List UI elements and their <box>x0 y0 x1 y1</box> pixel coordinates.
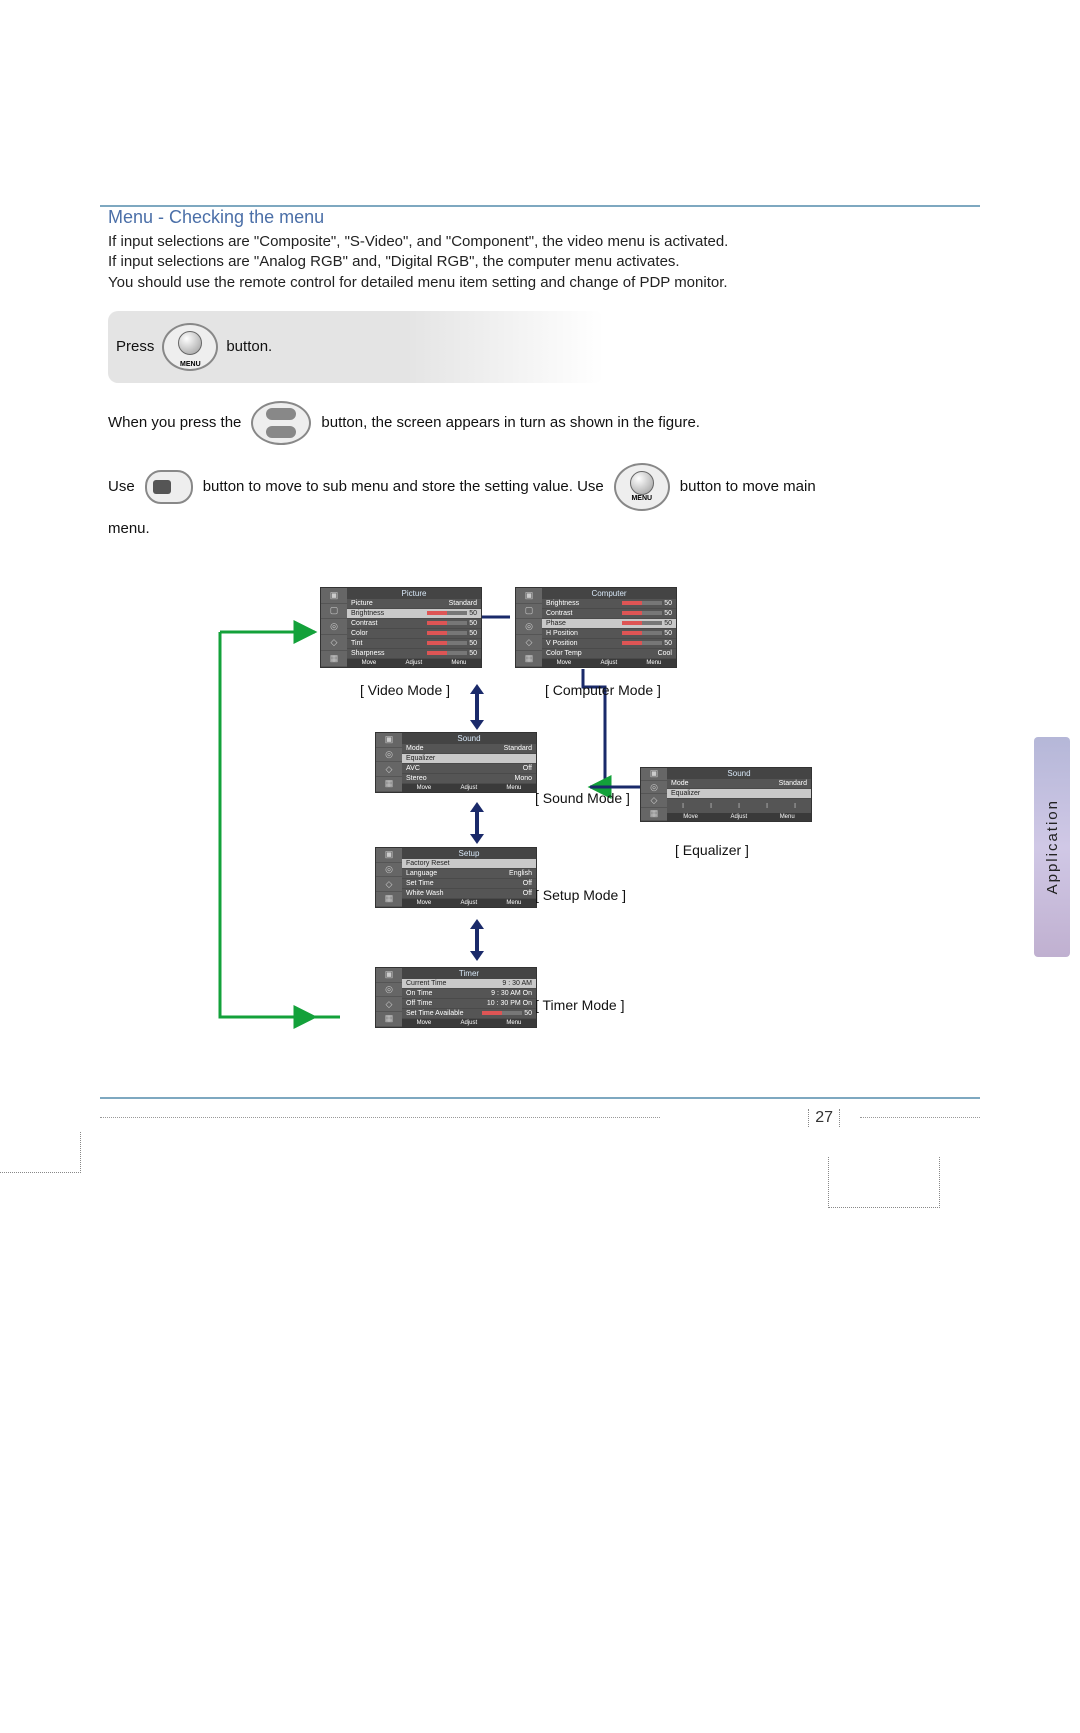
step-3-text-c: button to move main <box>680 469 816 505</box>
osd-computer-title: Computer <box>542 588 676 599</box>
footer-line: 27 <box>100 1107 980 1137</box>
intro-text: If input selections are "Composite", "S-… <box>108 232 980 293</box>
osd-picture-title: Picture <box>347 588 481 599</box>
osd-timer: ▣◎◇▦ Timer Current Time9 : 30 AMOn Time9… <box>375 967 537 1028</box>
arrow-3 <box>475 927 479 953</box>
menu-flow-diagram: ▣▢◎◇▦ Picture PictureStandardBrightness … <box>100 577 980 1077</box>
osd-equalizer-title: Sound <box>667 768 811 779</box>
osd-setup: ▣◎◇▦ Setup Factory ResetLanguageEnglishS… <box>375 847 537 908</box>
step-1-text-a: Press <box>116 338 154 355</box>
caption-sound: [ Sound Mode ] <box>535 790 630 806</box>
osd-timer-title: Timer <box>402 968 536 979</box>
caption-equalizer: [ Equalizer ] <box>675 842 749 858</box>
osd-computer: ▣▢◎◇▦ Computer Brightness 50Contrast 50P… <box>515 587 677 668</box>
dotted-line-left <box>100 1117 660 1118</box>
step-3-text-b: button to move to sub menu and store the… <box>203 469 604 505</box>
caption-timer: [ Timer Mode ] <box>535 997 624 1013</box>
osd-sound: ▣◎◇▦ Sound ModeStandardEqualizerAVCOffSt… <box>375 732 537 793</box>
step-1: Press button. <box>108 311 604 383</box>
step-2-text-b: button, the screen appears in turn as sh… <box>321 405 700 441</box>
step-2-text-a: When you press the <box>108 405 241 441</box>
footer-rule <box>100 1097 980 1099</box>
step-3-text-a: Use <box>108 469 135 505</box>
section-heading: Menu - Checking the menu <box>108 207 980 228</box>
side-button-icon <box>145 470 193 504</box>
step-3-text-d: menu. <box>108 511 150 547</box>
step-1-text-b: button. <box>226 338 272 355</box>
dotted-line-right <box>860 1117 980 1118</box>
side-tab: Application <box>1034 737 1070 957</box>
caption-setup: [ Setup Mode ] <box>535 887 626 903</box>
osd-equalizer: ▣◎◇▦ Sound ModeStandardEqualizer ||||| M… <box>640 767 812 822</box>
step-2: When you press the button, the screen ap… <box>108 401 980 445</box>
side-tab-label: Application <box>1044 799 1061 894</box>
menu-button-icon-2 <box>614 463 670 511</box>
step-3: Use button to move to sub menu and store… <box>108 463 980 511</box>
caption-computer: [ Computer Mode ] <box>545 682 661 698</box>
osd-sound-title: Sound <box>402 733 536 744</box>
up-down-button-icon <box>251 401 311 445</box>
menu-button-icon <box>162 323 218 371</box>
page-number: 27 <box>808 1109 840 1127</box>
arrow-1 <box>475 692 479 722</box>
arrow-2 <box>475 810 479 836</box>
corner-box-br <box>828 1157 940 1208</box>
caption-video: [ Video Mode ] <box>360 682 450 698</box>
step-3-cont: menu. <box>108 511 980 547</box>
corner-box-bl <box>0 1132 81 1173</box>
osd-setup-title: Setup <box>402 848 536 859</box>
osd-picture: ▣▢◎◇▦ Picture PictureStandardBrightness … <box>320 587 482 668</box>
